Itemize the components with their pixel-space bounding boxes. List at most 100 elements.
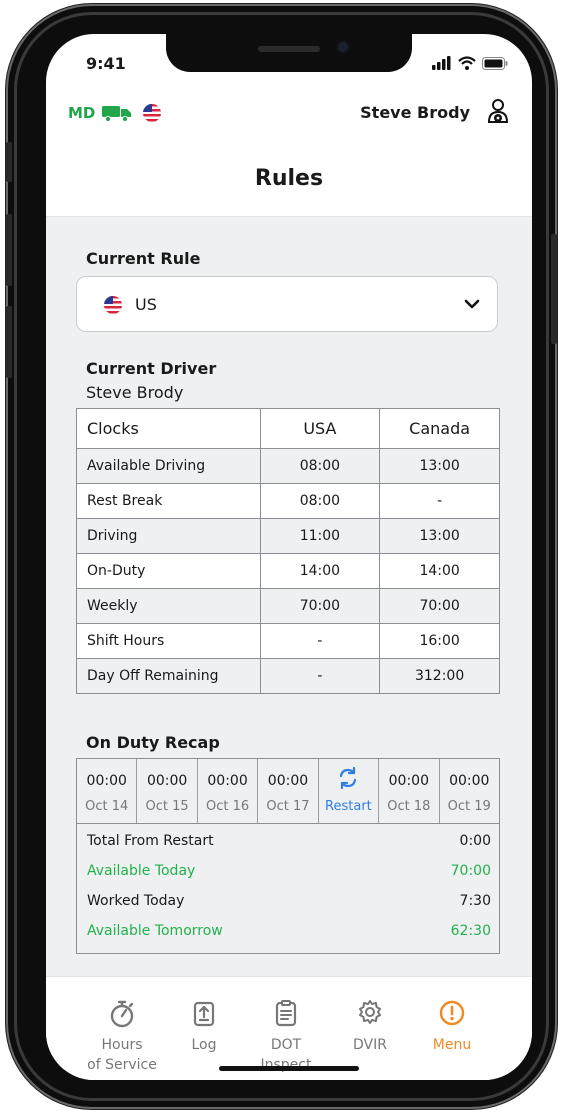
clock-canada-value: 70:00 [379,588,500,624]
recap-day: 00:00 Oct 16 [198,759,259,823]
clock-canada-value: 14:00 [379,553,500,589]
home-indicator [219,1066,359,1071]
summary-value: 7:30 [459,893,491,909]
volume-down-button [6,306,12,378]
clock-usa-value: 08:00 [259,483,381,519]
header-clocks: Clocks [76,408,261,449]
summary-label: Available Today [87,863,196,879]
status-time: 9:41 [86,54,126,73]
recap-day-date: Oct 14 [85,799,129,814]
clock-usa-value: - [259,623,381,659]
clock-canada-value: - [379,483,500,519]
clock-usa-value: - [259,658,381,694]
current-driver-title: Current Driver [86,359,217,378]
tab-dot-inspect[interactable]: DOT Inspect [246,999,326,1075]
recap-day: 00:00 Oct 15 [137,759,198,823]
table-row: Driving 11:00 13:00 [76,518,500,554]
tab-label: Menu [432,1037,472,1053]
truck-icon [102,106,131,122]
header-usa: USA [259,408,381,449]
table-row: Shift Hours - 16:00 [76,623,500,659]
clock-usa-value: 14:00 [259,553,381,589]
summary-total-from-restart: Total From Restart 0:00 [87,827,491,855]
clock-canada-value: 16:00 [379,623,500,659]
header-canada: Canada [379,408,500,449]
table-row: On-Duty 14:00 14:00 [76,553,500,589]
clock-label: Rest Break [76,483,261,519]
clock-label: Day Off Remaining [76,658,261,694]
wifi-icon [458,56,476,70]
recap-day-time: 00:00 [388,773,429,789]
clock-label: Weekly [76,588,261,624]
clock-canada-value: 13:00 [379,518,500,554]
restart-button[interactable]: Restart [319,759,380,823]
app-header: MD Steve Brody [46,94,532,134]
clock-canada-value: 13:00 [379,448,500,484]
chevron-down-icon [464,299,480,309]
summary-value: 62:30 [450,923,491,939]
recap-day-time: 00:00 [449,773,490,789]
recap-day: 00:00 Oct 17 [258,759,319,823]
info-circle-icon [439,1000,465,1026]
clipboard-icon [275,1000,297,1027]
restart-icon [340,767,357,789]
summary-value: 0:00 [459,833,491,849]
clock-usa-value: 70:00 [259,588,381,624]
summary-value: 70:00 [450,863,491,879]
status-icons [432,56,508,70]
volume-up-button [6,214,12,286]
tab-menu[interactable]: Menu [412,999,492,1055]
driver-profile-icon[interactable] [486,98,510,128]
clock-canada-value: 312:00 [379,658,500,694]
recap-days-row: 00:00 Oct 14 00:00 Oct 15 00:00 Oct 16 0… [77,759,499,824]
current-rule-select[interactable]: US [76,276,498,332]
summary-worked-today: Worked Today 7:30 [87,887,491,915]
on-duty-recap-title: On Duty Recap [86,733,220,752]
tab-label: Log [191,1037,217,1053]
summary-available-today: Available Today 70:00 [87,857,491,885]
summary-available-tomorrow: Available Tomorrow 62:30 [87,917,491,945]
summary-label: Total From Restart [87,833,214,849]
recap-day: 00:00 Oct 14 [77,759,138,823]
us-flag-icon [143,104,161,122]
table-row: Rest Break 08:00 - [76,483,500,519]
recap-day: 00:00 Oct 19 [440,759,499,823]
table-row: Weekly 70:00 70:00 [76,588,500,624]
region-badge: MD [68,104,96,122]
driver-name[interactable]: Steve Brody [360,103,470,122]
on-duty-recap: 00:00 Oct 14 00:00 Oct 15 00:00 Oct 16 0… [76,758,500,954]
recap-day-date: Oct 19 [447,799,491,814]
app-screen: 9:41 MD Steve Brody Rules Current Rule U… [46,34,532,1080]
table-row: Day Off Remaining - 312:00 [76,658,500,694]
current-driver-name: Steve Brody [86,383,184,402]
stopwatch-icon [110,1000,134,1028]
recap-day: 00:00 Oct 18 [379,759,440,823]
bottom-tab-bar: Hours of Service Log DOT Inspect DVIR Me… [46,976,532,1080]
clock-usa-value: 11:00 [259,518,381,554]
us-flag-icon [104,296,122,314]
recap-day-date: Oct 16 [205,799,250,814]
summary-label: Available Tomorrow [87,923,223,939]
current-rule-title: Current Rule [86,249,201,268]
clock-label: Available Driving [76,448,261,484]
tab-hours-of-service[interactable]: Hours of Service [82,999,162,1075]
table-row: Available Driving 08:00 13:00 [76,448,500,484]
table-header-row: Clocks USA Canada [76,408,500,449]
recap-day-time: 00:00 [267,773,309,789]
mute-switch [6,142,12,182]
restart-label: Restart [325,799,372,814]
clock-label: Driving [76,518,261,554]
rules-content[interactable]: Current Rule US Current Driver Steve Bro… [46,216,532,977]
tab-dvir[interactable]: DVIR [330,999,410,1055]
recap-day-time: 00:00 [207,773,248,789]
tab-label: DVIR [353,1037,387,1053]
front-camera [336,40,350,54]
tab-log[interactable]: Log [164,999,244,1055]
recap-day-date: Oct 15 [145,799,189,814]
recap-day-date: Oct 18 [387,799,431,814]
clock-label: On-Duty [76,553,261,589]
clocks-table: Clocks USA Canada Available Driving 08:0… [76,408,500,694]
recap-day-date: Oct 17 [266,799,310,814]
gear-icon [359,1000,381,1024]
recap-day-time: 00:00 [146,773,188,789]
